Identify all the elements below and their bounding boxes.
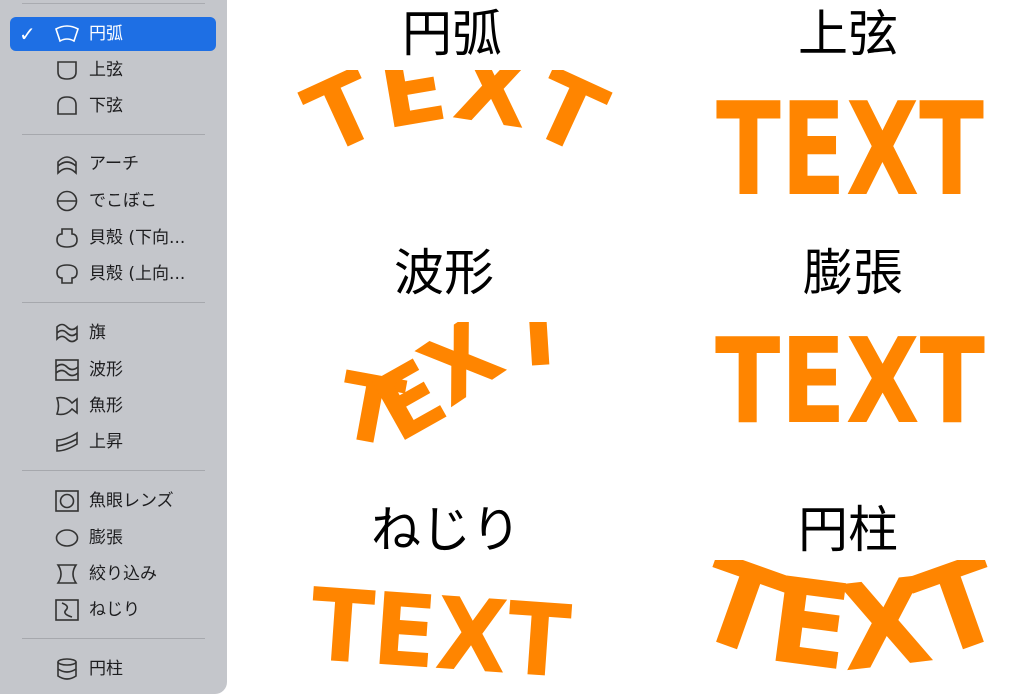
menu-divider xyxy=(22,470,205,471)
menu-item-label: ねじり xyxy=(89,600,140,620)
menu-item-arch-lower[interactable]: 下弦 xyxy=(10,89,216,123)
squeeze-icon xyxy=(54,562,80,586)
fisheye-icon xyxy=(54,489,80,513)
preview-art-wave: TEXT xyxy=(305,322,605,462)
menu-divider xyxy=(22,638,205,639)
menu-item-label: 波形 xyxy=(89,360,123,380)
menu-item-inflate[interactable]: 膨張 xyxy=(10,521,216,555)
menu-item-label: 膨張 xyxy=(89,528,123,548)
inflate-icon xyxy=(54,526,80,550)
menu-item-label: 貝殻 (上向... xyxy=(89,264,186,284)
menu-item-wave[interactable]: 波形 xyxy=(10,353,216,387)
preview-text-arc: TEXT xyxy=(289,70,621,177)
preview-art-cylinder: TEXT xyxy=(700,560,1000,694)
rise-icon xyxy=(54,430,80,454)
cylinder-icon xyxy=(54,657,80,681)
menu-item-label: アーチ xyxy=(89,154,139,174)
menu-item-twist[interactable]: ねじり xyxy=(10,593,216,627)
menu-item-arc[interactable]: ✓ 円弧 xyxy=(10,17,216,51)
menu-item-label: 上昇 xyxy=(89,432,123,452)
preview-text-wave: TEXT xyxy=(330,322,574,462)
menu-item-cylinder[interactable]: 円柱 xyxy=(10,652,216,686)
menu-item-label: 魚眼レンズ xyxy=(89,491,174,511)
twist-icon xyxy=(54,598,80,622)
preview-title-cylinder: 円柱 xyxy=(798,501,898,559)
checkmark-icon: ✓ xyxy=(19,22,36,46)
preview-title-twist: ねじり xyxy=(371,501,521,559)
preview-art-arch-upper: TEXT xyxy=(705,82,995,207)
preview-title-wave: 波形 xyxy=(394,244,494,302)
arc-icon xyxy=(54,22,80,46)
warp-style-menu: ✓ 円弧 上弦 下弦 アーチ でこぼこ 貝殻 (下向... 貝殻 (上向... … xyxy=(0,0,227,694)
preview-text-twist: TEXT xyxy=(307,578,575,688)
preview-title-inflate: 膨張 xyxy=(803,244,903,302)
bulge-icon xyxy=(54,189,80,213)
preview-art-twist: TEXT xyxy=(295,578,585,688)
shell-upper-icon xyxy=(54,262,80,286)
menu-item-squeeze[interactable]: 絞り込み xyxy=(10,557,216,591)
menu-item-label: 円柱 xyxy=(89,659,123,679)
menu-divider xyxy=(22,302,205,303)
menu-item-bulge[interactable]: でこぼこ xyxy=(10,184,216,218)
menu-item-fisheye[interactable]: 魚眼レンズ xyxy=(10,484,216,518)
menu-item-rise[interactable]: 上昇 xyxy=(10,425,216,459)
menu-item-arch[interactable]: アーチ xyxy=(10,147,216,181)
menu-item-fish[interactable]: 魚形 xyxy=(10,389,216,423)
menu-item-label: でこぼこ xyxy=(89,191,157,211)
preview-title-arc: 円弧 xyxy=(402,5,502,63)
wave-icon xyxy=(54,358,80,382)
arch-up-icon xyxy=(54,58,80,82)
preview-title-arch-upper: 上弦 xyxy=(798,5,898,63)
menu-item-label: 貝殻 (下向... xyxy=(89,228,186,248)
menu-item-label: 絞り込み xyxy=(89,564,157,584)
arch-icon xyxy=(54,152,80,176)
preview-text-cylinder: TEXT xyxy=(700,560,1000,694)
menu-item-shell-upper[interactable]: 貝殻 (上向... xyxy=(10,257,216,291)
menu-item-shell-lower[interactable]: 貝殻 (下向... xyxy=(10,221,216,255)
preview-art-inflate: TEXT xyxy=(705,325,995,435)
arch-down-icon xyxy=(54,94,80,118)
preview-text-arch-upper: TEXT xyxy=(716,82,984,207)
menu-item-label: 旗 xyxy=(89,323,106,343)
menu-item-label: 上弦 xyxy=(89,60,123,80)
preview-text-inflate: TEXT xyxy=(715,325,985,435)
menu-item-arch-upper[interactable]: 上弦 xyxy=(10,53,216,87)
fish-icon xyxy=(54,394,80,418)
shell-lower-icon xyxy=(54,226,80,250)
menu-divider xyxy=(22,134,205,135)
menu-top-divider xyxy=(22,3,205,4)
menu-item-flag[interactable]: 旗 xyxy=(10,316,216,350)
menu-item-label: 魚形 xyxy=(89,396,123,416)
flag-icon xyxy=(54,321,80,345)
menu-item-label: 円弧 xyxy=(89,24,123,44)
preview-art-arc: TEXT xyxy=(255,70,655,200)
menu-item-label: 下弦 xyxy=(89,96,123,116)
